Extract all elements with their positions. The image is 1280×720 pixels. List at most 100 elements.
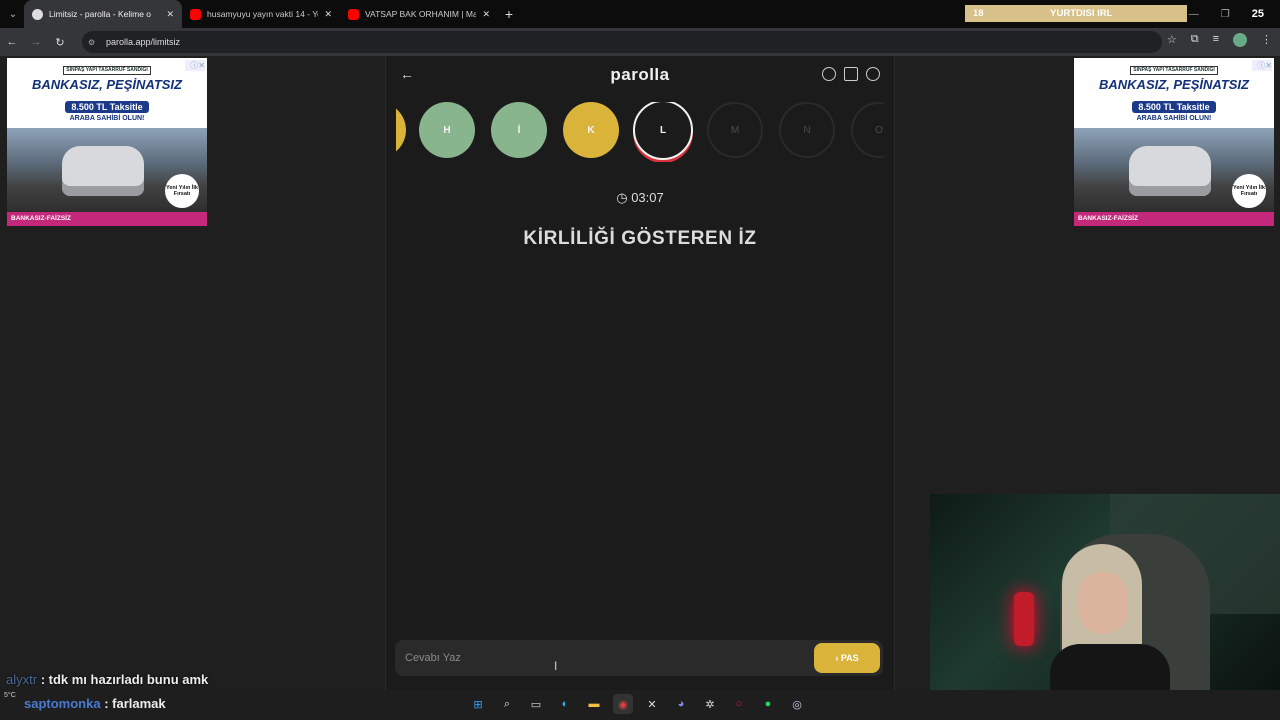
tab-title: husamyuyu yayın vakti 14 - You (207, 9, 319, 19)
tab-title: VATSAP BAK ORHANIM | Mada (365, 9, 477, 19)
discord-icon[interactable]: ◕ (671, 694, 691, 714)
windows-icon[interactable]: ⊞ (468, 694, 488, 714)
reading-list-icon[interactable]: ≡ (1213, 33, 1219, 47)
x-icon[interactable]: ✕ (642, 694, 662, 714)
left-ad-banner[interactable]: ⓘ✕ SİNPAŞ YAPI TASARRUF SANDIĞI BANKASIZ… (7, 58, 207, 226)
letter-carousel: H İ K L M N O (396, 102, 884, 162)
bookmark-star-icon[interactable]: ☆ (1167, 33, 1177, 47)
timer-value: 03:07 (631, 190, 664, 205)
spotify-icon[interactable]: ● (758, 694, 778, 714)
tab-youtube-2[interactable]: VATSAP BAK ORHANIM | Mada ✕ (340, 0, 498, 28)
info-icon[interactable] (822, 67, 836, 81)
chat-message: alyxtr : tdk mı hazırladı bunu amk (6, 672, 208, 687)
letter-circle: H (419, 102, 475, 158)
ad-car-image: Yeni Yılın İlk Fırsatı (1074, 128, 1274, 212)
text-cursor-icon: I (554, 659, 558, 673)
pass-label: PAS (840, 653, 859, 663)
parolla-favicon-icon (32, 8, 43, 20)
chatgpt-icon[interactable]: ✲ (700, 694, 720, 714)
weather-widget[interactable]: 5°C (4, 692, 16, 699)
obs-title: YURTDISI IRL (1050, 8, 1113, 19)
user-icon[interactable] (866, 67, 880, 81)
address-bar[interactable]: ⚙ parolla.app/limitsiz (82, 31, 1162, 53)
close-tab-icon[interactable]: ✕ (324, 9, 332, 20)
search-icon[interactable]: ⌕ (497, 694, 517, 714)
ad-subline: ARABA SAHİBİ OLUN! (1136, 115, 1212, 122)
taskview-icon[interactable]: ▭ (526, 694, 546, 714)
letter-circle: O (851, 102, 884, 158)
window-controls: — ❐ 25 (1189, 0, 1264, 28)
tab-title: Limitsiz - parolla - Kelime o (49, 9, 152, 19)
minimize-icon[interactable]: — (1189, 9, 1199, 20)
pass-button[interactable]: › PAS (814, 643, 880, 673)
parolla-game-panel: ← parolla H İ K L M N O ◷ 03:07 KİRLİLİĞ… (385, 56, 895, 690)
ad-brand: SİNPAŞ YAPI TASARRUF SANDIĞI (1130, 66, 1218, 75)
obs-left-count: 18 (973, 8, 984, 19)
answer-bar: › PAS (395, 640, 883, 676)
site-info-icon[interactable]: ⚙ (88, 38, 100, 47)
webcam-overlay (930, 494, 1280, 690)
edge-icon[interactable]: ◐ (555, 694, 575, 714)
letter-circle: M (707, 102, 763, 158)
microphone (1014, 592, 1034, 646)
back-arrow-icon[interactable]: ← (0, 36, 24, 48)
menu-kebab-icon[interactable]: ⋮ (1261, 33, 1272, 47)
car-image (1129, 146, 1211, 196)
steam-icon[interactable]: ◎ (787, 694, 807, 714)
extensions-icon[interactable]: ⧉ (1191, 33, 1199, 47)
letter-circle: N (779, 102, 835, 158)
close-tab-icon[interactable]: ✕ (166, 9, 174, 20)
profile-avatar-icon[interactable] (1233, 33, 1247, 47)
opera-icon[interactable]: ○ (729, 694, 749, 714)
taskbar-icons: ⊞ ⌕ ▭ ◐ ▬ ◉ ✕ ◕ ✲ ○ ● ◎ (468, 694, 807, 714)
new-tab-icon[interactable]: + (498, 6, 520, 22)
chat-message: saptomonka : farlamak (24, 696, 166, 711)
streamer-body (1050, 644, 1170, 690)
ad-badge: Yeni Yılın İlk Fırsatı (1232, 174, 1266, 208)
clue-text: KİRLİLİĞİ GÖSTEREN İZ (523, 228, 757, 249)
tab-youtube-1[interactable]: husamyuyu yayın vakti 14 - You ✕ (182, 0, 340, 28)
ad-price: 8.500 TL Taksitle (1132, 101, 1216, 113)
reload-icon[interactable]: ↻ (48, 36, 72, 49)
ad-headline: BANKASIZ, PEŞİNATSIZ (1099, 77, 1249, 92)
tab-search-icon[interactable]: ⌄ (2, 3, 24, 25)
letter-circle (396, 102, 406, 158)
ad-car-image: Yeni Yılın İlk Fırsatı (7, 128, 207, 212)
ad-headline: BANKASIZ, PEŞİNATSIZ (32, 77, 182, 92)
answer-input[interactable] (395, 640, 814, 676)
parolla-logo: parolla (610, 65, 670, 84)
ad-close-icon[interactable]: ⓘ✕ (185, 60, 205, 71)
current-letter-circle: L (633, 102, 693, 160)
letter-circle: İ (491, 102, 547, 158)
stats-icon[interactable] (844, 67, 858, 81)
clock-icon: ◷ (616, 190, 628, 205)
tab-parolla[interactable]: Limitsiz - parolla - Kelime o ✕ (24, 0, 182, 28)
ad-price: 8.500 TL Taksitle (65, 101, 149, 113)
toolbar-icons: ☆ ⧉ ≡ ⋮ (1167, 33, 1272, 47)
forward-arrow-icon[interactable]: → (24, 36, 48, 48)
chat-text: : tdk mı hazırladı bunu amk (40, 672, 209, 687)
youtube-favicon-icon (190, 8, 201, 20)
car-image (62, 146, 144, 196)
url-text: parolla.app/limitsiz (106, 37, 181, 47)
ad-close-icon[interactable]: ⓘ✕ (1252, 60, 1272, 71)
timer: ◷ 03:07 (386, 190, 894, 206)
browser-navbar: ← → ↻ ⚙ parolla.app/limitsiz ☆ ⧉ ≡ ⋮ (0, 28, 1280, 56)
left-ad-column: ⓘ✕ SİNPAŞ YAPI TASARRUF SANDIĞI BANKASIZ… (0, 56, 213, 690)
obs-right-count: 25 (1251, 8, 1264, 20)
obs-overlay-bar: 18 YURTDISI IRL (965, 5, 1187, 22)
ad-header: SİNPAŞ YAPI TASARRUF SANDIĞI BANKASIZ, P… (7, 58, 207, 100)
letter-circle: K (563, 102, 619, 158)
youtube-favicon-icon (348, 8, 359, 20)
chat-username: saptomonka (24, 696, 101, 711)
ad-header: SİNPAŞ YAPI TASARRUF SANDIĞI BANKASIZ, P… (1074, 58, 1274, 100)
chrome-icon[interactable]: ◉ (613, 694, 633, 714)
close-tab-icon[interactable]: ✕ (482, 9, 490, 20)
right-ad-banner[interactable]: ⓘ✕ SİNPAŞ YAPI TASARRUF SANDIĞI BANKASIZ… (1074, 58, 1274, 226)
restore-icon[interactable]: ❐ (1221, 9, 1230, 20)
ad-footer: BANKASIZ-FAİZSİZ (7, 212, 207, 226)
streamer-face (1078, 572, 1128, 634)
chat-username: alyxtr (6, 672, 38, 687)
ad-footer: BANKASIZ-FAİZSİZ (1074, 212, 1274, 226)
folder-icon[interactable]: ▬ (584, 694, 604, 714)
